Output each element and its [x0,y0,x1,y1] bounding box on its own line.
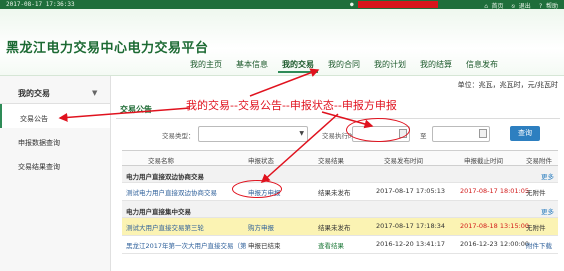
trade-name-link[interactable]: 黑龙江2017年第一次大用户直接交易（第3轮） [126,240,246,250]
main-nav: 我的主页 基本信息 我的交易 我的合同 我的计划 我的结算 信息发布 [190,59,498,73]
sidebar-item-announcements[interactable]: 交易公告 [0,104,110,128]
calendar-icon[interactable] [479,129,487,138]
divider [116,118,560,119]
attachment: 无附件 [526,189,546,197]
chevron-down-icon: ▼ [92,89,98,97]
top-status-bar: 2017-08-17 17:36:33 ● ⌂ 首页 ⎋ 退出 ? 帮助 [0,0,564,10]
col-deadline: 申报截止时间 [464,157,503,165]
nav-my-settlement[interactable]: 我的结算 [420,59,452,70]
col-publish-time: 交易发布时间 [384,157,423,165]
col-bid-status: 申报状态 [248,157,274,165]
nav-info-publish[interactable]: 信息发布 [466,59,498,70]
user-icon: ● [350,1,354,8]
col-trade-result: 交易结果 [318,157,344,165]
sidebar-header[interactable]: 我的交易 ▼ [0,76,110,104]
annotation-ellipse [346,118,410,142]
page-title: 交易公告 [120,105,152,114]
group-name: 电力用户直接集中交易 [126,208,191,216]
view-result-link[interactable]: 查看结果 [318,240,344,250]
datetime-label: 2017-08-17 17:36:33 [6,1,75,8]
attachment: 无附件 [526,224,546,232]
nav-home[interactable]: 我的主页 [190,59,222,70]
nav-my-trades[interactable]: 我的交易 [278,59,318,73]
trade-type-select[interactable]: ▼ [198,126,308,142]
trade-name-link[interactable]: 测试大用户直接交易第三轮 [126,222,204,232]
trade-name-link[interactable]: 测试电力用户直接双边协商交易 [126,187,217,197]
bid-status: 申报已结束 [248,242,281,250]
sidebar-item-result-query[interactable]: 交易结果查询 [0,152,110,176]
table-row[interactable]: 黑龙江2017年第一次大用户直接交易（第3轮） 申报已结束 查看结果 2016-… [122,236,558,254]
deadline: 2017-08-18 13:15:00 [460,222,530,230]
nav-my-contracts[interactable]: 我的合同 [328,59,360,70]
site-title: 黑龙江电力交易中心电力交易平台 [6,41,209,56]
table-group: 电力用户直接双边协商交易 更多 [122,166,558,183]
chevron-down-icon: ▼ [299,130,304,137]
unit-note: 单位：兆瓦，兆瓦时，元/兆瓦时 [457,81,558,89]
sidebar-title: 我的交易 [18,89,50,98]
publish-time: 2016-12-20 13:41:17 [376,240,446,248]
more-link[interactable]: 更多 [541,206,554,216]
trade-result: 结果未发布 [318,189,351,197]
trade-type-label: 交易类型： [162,132,195,140]
publish-time: 2017-08-17 17:18:34 [376,222,446,230]
group-name: 电力用户直接双边协商交易 [126,173,204,181]
sidebar: 我的交易 ▼ 交易公告 申报数据查询 交易结果查询 [0,76,111,271]
table-group: 电力用户直接集中交易 更多 [122,201,558,218]
announcement-table: 交易名称 申报状态 交易结果 交易发布时间 申报截止时间 交易附件 电力用户直接… [122,150,558,254]
annotation-ellipse [232,180,282,198]
publish-time: 2017-08-17 17:05:13 [376,187,446,195]
attachment-download-link[interactable]: 附件下载 [526,240,552,250]
nav-my-plans[interactable]: 我的计划 [374,59,406,70]
filter-bar: 交易类型： ▼ 交易执行时间： 至 查询 [116,126,560,142]
col-attachment: 交易附件 [526,157,552,165]
redacted-username [358,1,438,8]
trade-result: 结果未发布 [318,224,351,232]
nav-basic-info[interactable]: 基本信息 [236,59,268,70]
to-label: 至 [420,132,427,140]
sidebar-item-bid-query[interactable]: 申报数据查询 [0,128,110,152]
search-button[interactable]: 查询 [510,126,540,141]
annotation-text: 我的交易--交易公告--申报状态--申报方申报 [186,99,397,112]
table-header: 交易名称 申报状态 交易结果 交易发布时间 申报截止时间 交易附件 [122,150,558,166]
table-row[interactable]: 测试大用户直接交易第三轮 购方申报 结果未发布 2017-08-17 17:18… [122,218,558,236]
deadline: 2017-08-17 18:01:05 [460,187,530,195]
more-link[interactable]: 更多 [541,171,554,181]
deadline: 2016-12-23 12:00:00 [460,240,530,248]
end-date-input[interactable] [432,126,490,142]
bid-status[interactable]: 购方申报 [248,222,274,232]
col-trade-name: 交易名称 [148,157,174,165]
table-row[interactable]: 测试电力用户直接双边协商交易 申报方申报 结果未发布 2017-08-17 17… [122,183,558,201]
